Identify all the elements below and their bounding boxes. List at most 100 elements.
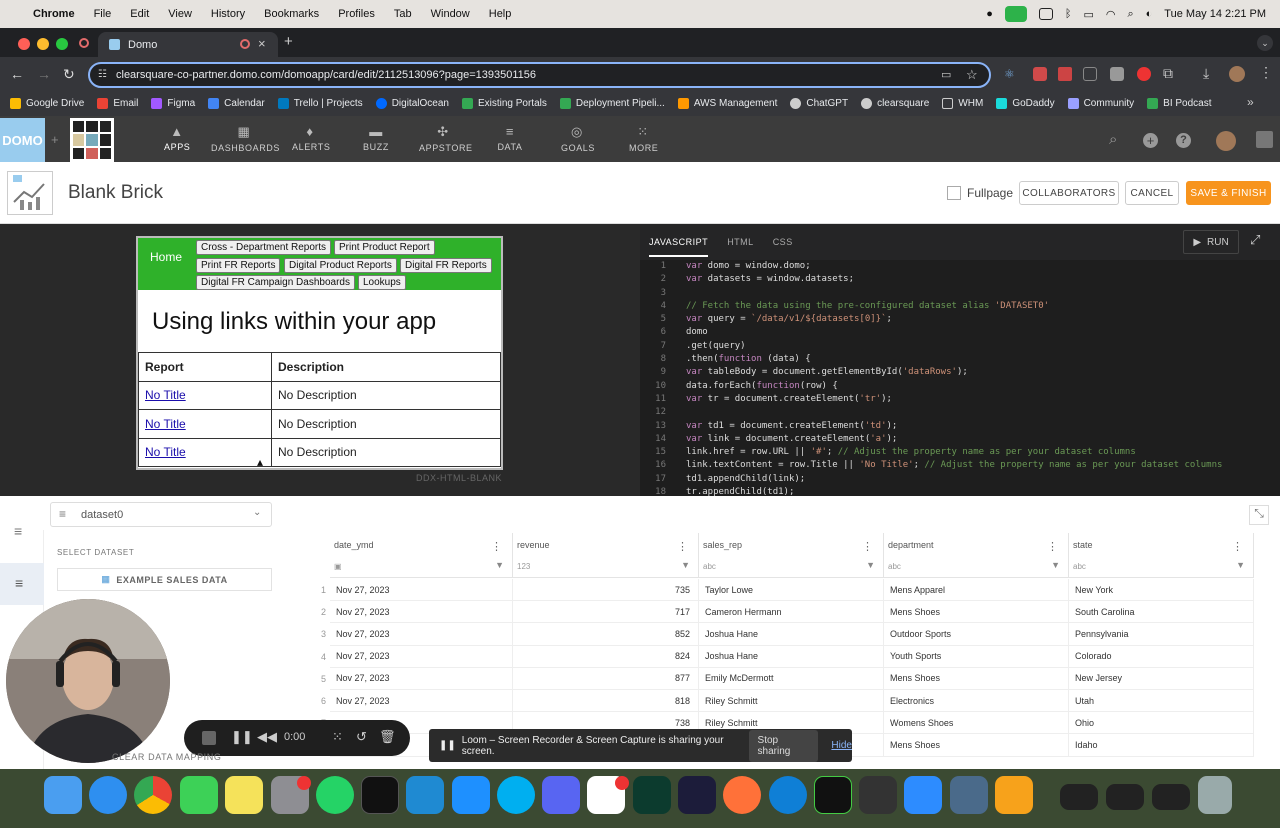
nav-goals[interactable]: ◎ GOALS (561, 124, 594, 153)
minimized-window-icon[interactable] (1060, 784, 1098, 810)
menu-file[interactable]: File (94, 8, 112, 20)
close-tab-icon[interactable]: × (258, 36, 266, 51)
nav-appstore[interactable]: ✣ APPSTORE (419, 124, 472, 153)
report-link[interactable]: No Title (145, 417, 186, 431)
wifi-icon[interactable]: ◠ (1106, 8, 1116, 21)
firefox-icon[interactable] (723, 776, 761, 814)
camera-extension-icon[interactable] (1110, 67, 1124, 81)
lookups-button[interactable]: Lookups (358, 275, 406, 290)
profile-avatar[interactable] (1229, 66, 1245, 82)
rewind-icon[interactable]: ◀◀ (257, 729, 277, 745)
notifications-icon[interactable] (1256, 131, 1273, 148)
search-icon[interactable]: ⌕ (1109, 131, 1117, 148)
report-link[interactable]: No Title (145, 388, 186, 402)
menu-help[interactable]: Help (489, 8, 512, 20)
close-window-icon[interactable] (18, 38, 30, 50)
bookmark-aws[interactable]: AWS Management (677, 98, 777, 109)
sublime-text-icon[interactable] (995, 776, 1033, 814)
clock[interactable]: Tue May 14 2:21 PM (1164, 8, 1266, 20)
browser-tab[interactable]: Domo × (98, 32, 278, 57)
minimized-window-icon[interactable] (1152, 784, 1190, 810)
zoom-window-icon[interactable] (56, 38, 68, 50)
column-header-state[interactable]: state abc ⋮ ▼ (1069, 533, 1254, 578)
card-title[interactable]: Blank Brick (68, 182, 163, 204)
webcam-bubble[interactable] (6, 599, 170, 763)
more-bookmarks-icon[interactable]: » (1247, 95, 1254, 109)
help-icon[interactable]: ? (1176, 133, 1191, 148)
app-icon[interactable] (678, 776, 716, 814)
digital-fr-reports-button[interactable]: Digital FR Reports (400, 258, 492, 273)
plus-icon[interactable]: + (51, 132, 59, 147)
collapse-icon[interactable]: ⤡ (1249, 505, 1269, 525)
column-header-revenue[interactable]: revenue 123 ⋮ ▼ (513, 533, 699, 578)
bluetooth-icon[interactable]: ᛒ (1065, 8, 1072, 20)
dataset-sidebar-tab[interactable]: ≡ (0, 563, 44, 605)
stop-recording-icon[interactable] (202, 731, 216, 745)
nav-more[interactable]: ⁙ MORE (629, 124, 658, 153)
company-logo[interactable] (70, 118, 114, 162)
nav-data[interactable]: ≡ DATA (497, 124, 523, 152)
new-tab-icon[interactable]: + (284, 33, 293, 50)
run-button[interactable]: ▶ RUN (1183, 230, 1239, 254)
expand-editor-icon[interactable]: ⤢ (1250, 232, 1260, 248)
skype-icon[interactable] (497, 776, 535, 814)
control-center-icon[interactable]: ◐ (1146, 8, 1153, 20)
battery-icon[interactable]: ▭ (1083, 8, 1093, 21)
bookmark-clearsquare[interactable]: clearsquare (861, 98, 929, 109)
report-link[interactable]: No Title (145, 445, 186, 459)
minimize-window-icon[interactable] (37, 38, 49, 50)
messages-icon[interactable] (180, 776, 218, 814)
collaborators-button[interactable]: COLLABORATORS (1019, 181, 1119, 205)
tab-javascript[interactable]: JAVASCRIPT (649, 237, 709, 257)
digital-fr-campaign-dashboards-button[interactable]: Digital FR Campaign Dashboards (196, 275, 355, 290)
loom-extension-icon[interactable] (1137, 67, 1151, 81)
dataset-select[interactable]: ≡ dataset0 ⌄ (50, 502, 272, 527)
calculator-icon[interactable] (859, 776, 897, 814)
filter-icon[interactable]: ▼ (866, 560, 875, 570)
bookmark-community[interactable]: Community (1067, 98, 1134, 109)
column-header-department[interactable]: department abc ⋮ ▼ (884, 533, 1069, 578)
add-icon[interactable]: + (1143, 133, 1158, 148)
example-sales-data-button[interactable]: ▦ EXAMPLE SALES DATA (57, 568, 272, 591)
menu-history[interactable]: History (211, 8, 245, 20)
back-icon[interactable]: ← (10, 66, 24, 82)
menu-window[interactable]: Window (431, 8, 470, 20)
user-avatar[interactable] (1216, 131, 1236, 151)
site-info-icon[interactable]: ☷ (98, 69, 107, 80)
react-devtools-icon[interactable]: ⚛ (1004, 67, 1018, 81)
discord-icon[interactable] (542, 776, 580, 814)
column-menu-icon[interactable]: ⋮ (491, 540, 502, 553)
menu-app[interactable]: Chrome (33, 8, 75, 20)
clear-data-mapping-button[interactable]: CLEAR DATA MAPPING (112, 752, 222, 762)
pause-icon[interactable]: ❚❚ (231, 729, 253, 745)
activity-monitor-icon[interactable] (814, 776, 852, 814)
edge-icon[interactable] (769, 776, 807, 814)
bookmark-godaddy[interactable]: GoDaddy (996, 98, 1055, 109)
menu-tab[interactable]: Tab (394, 8, 412, 20)
extensions-puzzle-icon[interactable]: ⧉ (1163, 65, 1173, 82)
reload-icon[interactable]: ↻ (63, 66, 75, 83)
screenshot-icon[interactable] (950, 776, 988, 814)
hide-button[interactable]: Hide (831, 740, 852, 751)
domo-logo[interactable]: DOMO (0, 118, 45, 162)
mic-icon[interactable]: ● (986, 8, 993, 20)
fullpage-checkbox[interactable] (947, 186, 961, 200)
tab-html[interactable]: HTML (727, 237, 754, 247)
column-menu-icon[interactable]: ⋮ (862, 540, 873, 553)
print-product-report-button[interactable]: Print Product Report (334, 240, 435, 255)
bookmark-deployment-pipeline[interactable]: Deployment Pipeli... (559, 98, 665, 109)
minimized-window-icon[interactable] (1106, 784, 1144, 810)
stop-sharing-button[interactable]: Stop sharing (748, 729, 819, 762)
filter-icon[interactable]: ▼ (495, 560, 504, 570)
bookmark-existing-portals[interactable]: Existing Portals (461, 98, 547, 109)
pinned-tab-icon[interactable] (79, 38, 89, 48)
nav-alerts[interactable]: ♦ ALERTS (292, 124, 330, 152)
print-fr-reports-button[interactable]: Print FR Reports (196, 258, 281, 273)
bookmark-digitalocean[interactable]: DigitalOcean (375, 98, 449, 109)
column-header-sales_rep[interactable]: sales_rep abc ⋮ ▼ (699, 533, 884, 578)
bookmark-whm[interactable]: WHM (942, 98, 983, 109)
bookmark-email[interactable]: Email (97, 98, 138, 109)
tab-search-icon[interactable]: ⌄ (1257, 35, 1273, 51)
nav-apps[interactable]: ▲ APPS (164, 124, 190, 152)
finder-icon[interactable] (44, 776, 82, 814)
